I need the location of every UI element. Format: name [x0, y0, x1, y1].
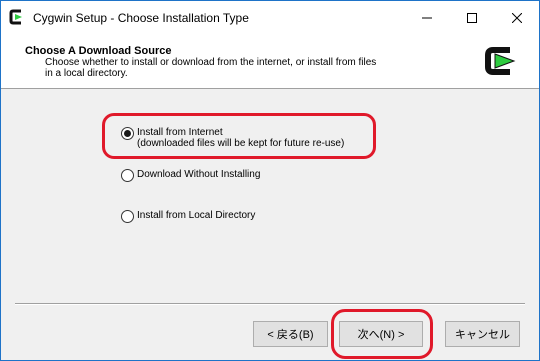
radio-download-without-installing[interactable]	[121, 169, 134, 182]
wizard-header: Choose A Download Source Choose whether …	[1, 34, 539, 89]
option-label: Download Without Installing	[137, 169, 261, 180]
close-button[interactable]	[494, 1, 539, 34]
window-title: Cygwin Setup - Choose Installation Type	[33, 11, 249, 25]
option-label: Install from Local Directory	[137, 210, 256, 221]
cancel-button[interactable]: キャンセル	[445, 321, 520, 347]
description-line-1: Choose whether to install or download fr…	[45, 57, 377, 68]
option-install-from-local-directory[interactable]: Install from Local Directory	[121, 210, 255, 223]
button-separator	[15, 303, 525, 305]
option-download-without-installing[interactable]: Download Without Installing	[121, 169, 260, 182]
back-button[interactable]: < 戻る(B)	[253, 321, 328, 347]
minimize-button[interactable]	[404, 1, 449, 34]
setup-window: Cygwin Setup - Choose Installation Type …	[0, 0, 540, 361]
maximize-icon	[466, 12, 477, 23]
highlight-annotation-option	[102, 113, 376, 159]
maximize-button[interactable]	[449, 1, 494, 34]
minimize-icon	[421, 17, 432, 18]
page-title: Choose A Download Source	[25, 45, 172, 57]
close-icon	[511, 12, 522, 23]
title-bar[interactable]: Cygwin Setup - Choose Installation Type	[1, 1, 539, 34]
radio-install-from-local-directory[interactable]	[121, 210, 134, 223]
cygwin-logo-icon	[485, 47, 516, 75]
highlight-annotation-next	[331, 309, 433, 359]
page-description: Choose whether to install or download fr…	[45, 57, 425, 79]
description-line-2: in a local directory.	[45, 68, 128, 79]
cygwin-app-icon	[9, 9, 25, 25]
